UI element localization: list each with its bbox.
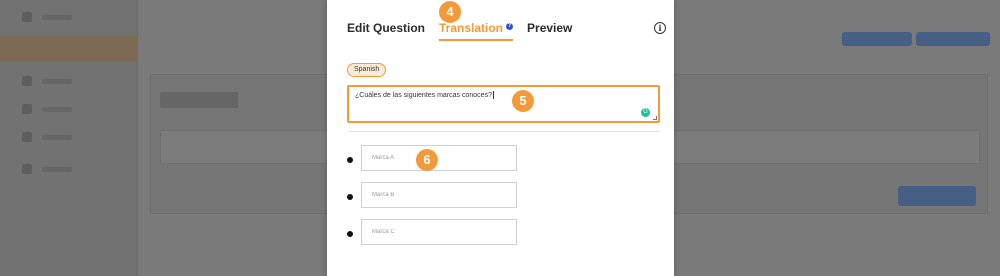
- background-chip: [160, 92, 238, 108]
- option-row: [347, 219, 517, 245]
- background-sidebar-item: [22, 12, 72, 22]
- modal-tabs: Edit Question Translation? Preview: [347, 21, 572, 41]
- background-sidebar-item: [22, 132, 72, 142]
- option-bullet: [347, 157, 353, 163]
- background-sidebar-item: [22, 76, 72, 86]
- option-bullet: [347, 231, 353, 237]
- help-icon[interactable]: ?: [506, 23, 514, 30]
- tab-translation-label: Translation: [439, 21, 504, 35]
- tab-preview[interactable]: Preview: [527, 21, 572, 35]
- language-chip[interactable]: Spanish: [347, 63, 387, 77]
- background-button: [898, 186, 976, 206]
- divider: [347, 131, 660, 132]
- info-icon[interactable]: i: [654, 22, 666, 34]
- translation-modal: Edit Question Translation? Preview i 4 S…: [327, 0, 674, 276]
- question-text: ¿Cuáles de las siguientes marcas conoces…: [355, 91, 494, 99]
- tab-translation[interactable]: Translation?: [439, 21, 514, 41]
- tab-edit-question[interactable]: Edit Question: [347, 21, 425, 35]
- question-translation-textarea[interactable]: ¿Cuáles de las siguientes marcas conoces…: [347, 85, 660, 123]
- option-row: [347, 182, 517, 208]
- background-button: [916, 32, 990, 46]
- background-sidebar-active-item: [0, 36, 138, 62]
- resize-handle-icon[interactable]: [653, 116, 657, 120]
- background-button: [842, 32, 912, 46]
- text-caret: [492, 91, 494, 99]
- grammar-icon[interactable]: G: [641, 108, 650, 117]
- step-badge-question: 5: [512, 90, 534, 112]
- option-row: [347, 145, 517, 171]
- background-sidebar-item: [22, 164, 72, 174]
- option-bullet: [347, 194, 353, 200]
- step-badge-tab: 4: [439, 1, 461, 23]
- background-sidebar-item: [22, 104, 72, 114]
- option-input-c[interactable]: [361, 219, 517, 245]
- step-badge-options: 6: [416, 149, 438, 171]
- option-input-b[interactable]: [361, 182, 517, 208]
- option-input-a[interactable]: [361, 145, 517, 171]
